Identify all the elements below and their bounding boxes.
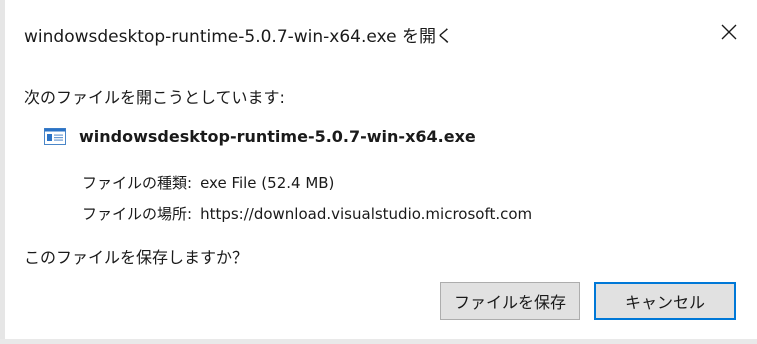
background-window-edge-bottom bbox=[0, 339, 757, 344]
file-location-row: ファイルの場所: https://download.visualstudio.mi… bbox=[82, 203, 532, 224]
download-dialog: windowsdesktop-runtime-5.0.7-win-x64.exe… bbox=[8, 0, 757, 339]
open-prompt-text: 次のファイルを開こうとしています: bbox=[24, 88, 285, 107]
file-type-label: ファイルの種類: bbox=[82, 174, 193, 192]
file-type-row: ファイルの種類: exe File (52.4 MB) bbox=[82, 172, 334, 193]
file-row: windowsdesktop-runtime-5.0.7-win-x64.exe bbox=[44, 125, 476, 147]
file-type-value: exe File (52.4 MB) bbox=[200, 174, 335, 192]
save-file-button[interactable]: ファイルを保存 bbox=[440, 282, 580, 320]
close-icon bbox=[721, 24, 737, 40]
dialog-title: windowsdesktop-runtime-5.0.7-win-x64.exe… bbox=[24, 27, 453, 47]
file-location-value: https://download.visualstudio.microsoft.… bbox=[200, 205, 533, 223]
file-name: windowsdesktop-runtime-5.0.7-win-x64.exe bbox=[79, 126, 476, 146]
cancel-button[interactable]: キャンセル bbox=[594, 282, 736, 320]
save-question: このファイルを保存しますか？ bbox=[24, 248, 249, 267]
file-location-label: ファイルの場所: bbox=[82, 205, 193, 223]
dialog-titlebar: windowsdesktop-runtime-5.0.7-win-x64.exe… bbox=[8, 0, 757, 70]
application-window-icon bbox=[44, 127, 68, 145]
background-window-edge bbox=[0, 0, 5, 344]
screen: windowsdesktop-runtime-5.0.7-win-x64.exe… bbox=[0, 0, 757, 344]
close-button[interactable] bbox=[701, 6, 757, 58]
